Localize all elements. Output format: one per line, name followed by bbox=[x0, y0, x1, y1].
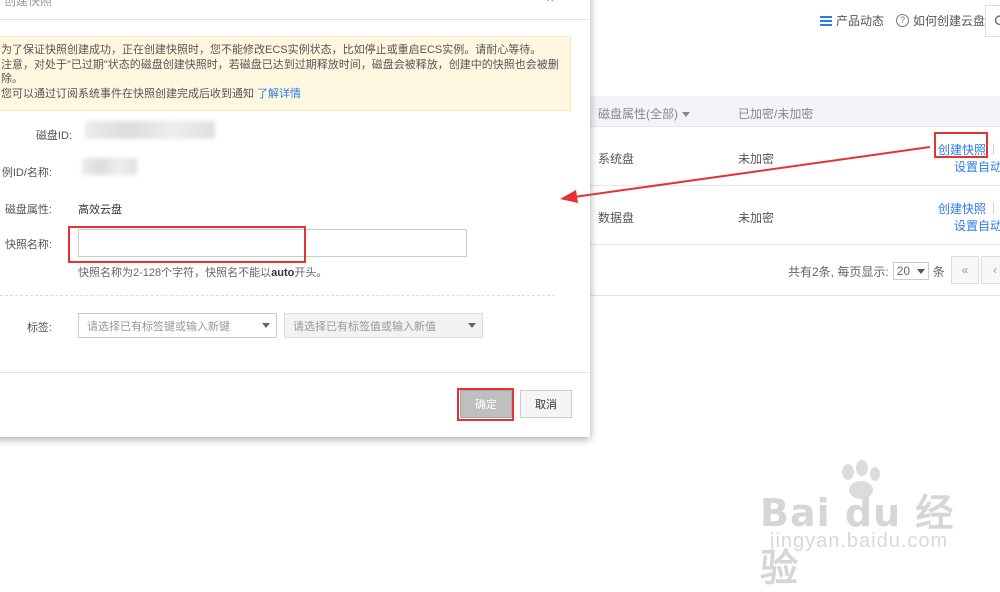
set-auto-snapshot-link[interactable]: 设置自动快 bbox=[954, 217, 1000, 234]
cell-disk-attr: 数据盘 bbox=[598, 211, 635, 225]
instance-value-redacted bbox=[82, 158, 137, 175]
column-header-encrypted: 已加密/未加密 bbox=[738, 107, 814, 121]
refresh-icon: ⟳ bbox=[994, 11, 1000, 31]
create-snapshot-link[interactable]: 创建快照 bbox=[938, 200, 986, 217]
disk-attr-value: 高效云盘 bbox=[78, 204, 122, 216]
caret-down-icon bbox=[916, 268, 925, 274]
notice-line: 您可以通过订阅系统事件在快照创建完成后收到通知 了解详情 bbox=[1, 87, 302, 100]
pagination-summary: 共有2条, 每页显示: 20 条 bbox=[788, 262, 945, 280]
table-header: 磁盘属性(全部) 已加密/未加密 bbox=[590, 96, 1000, 127]
notice-line: 注意，对处于"已过期"状态的磁盘创建快照时，若磁盘已达到过期释放时间，磁盘会被释… bbox=[1, 58, 559, 71]
cell-encrypted: 未加密 bbox=[738, 211, 775, 225]
how-to-label: 如何创建云盘 bbox=[913, 14, 986, 28]
snapshot-name-label: 快照名称: bbox=[4, 239, 52, 251]
table-row: 数据盘 未加密 创建快照 | 设置自动快 bbox=[590, 186, 1000, 245]
divider bbox=[0, 372, 590, 373]
cell-disk-attr: 系统盘 bbox=[598, 152, 635, 166]
prev-page-button[interactable]: ‹ bbox=[981, 256, 1000, 284]
tag-key-select[interactable]: 请选择已有标签键或输入新键 bbox=[78, 313, 277, 338]
caret-down-icon bbox=[682, 112, 690, 118]
warning-notice: 为了保证快照创建成功，正在创建快照时，您不能修改ECS实例状态，比如停止或重启E… bbox=[0, 36, 571, 111]
caret-down-icon bbox=[468, 323, 476, 328]
tag-label: 标签: bbox=[26, 322, 52, 334]
first-page-button[interactable]: « bbox=[951, 256, 979, 284]
watermark-url: jingyan.baidu.com bbox=[770, 530, 949, 552]
cell-encrypted: 未加密 bbox=[738, 152, 775, 166]
refresh-button[interactable]: ⟳ bbox=[985, 5, 1000, 37]
divider bbox=[590, 295, 1000, 296]
disk-attr-label: 磁盘属性: bbox=[4, 204, 52, 216]
disk-id-value-redacted bbox=[85, 121, 215, 139]
instance-label: 例ID/名称: bbox=[1, 167, 52, 179]
divider: | bbox=[992, 200, 996, 214]
how-to-create-disk-link[interactable]: ? 如何创建云盘 bbox=[896, 12, 985, 29]
column-header-disk-attr[interactable]: 磁盘属性(全部) bbox=[598, 105, 690, 122]
help-icon: ? bbox=[896, 14, 910, 27]
create-snapshot-dialog: 创建快照 × 为了保证快照创建成功，正在创建快照时，您不能修改ECS实例状态，比… bbox=[0, 0, 590, 437]
pagination-unit: 条 bbox=[932, 264, 945, 279]
divider: | bbox=[992, 141, 996, 155]
learn-more-link[interactable]: 了解详情 bbox=[257, 88, 301, 100]
baidu-jingyan-watermark: Bai du 经验 jingyan.baidu.com bbox=[760, 460, 960, 590]
product-news-label: 产品动态 bbox=[836, 14, 885, 28]
divider bbox=[0, 295, 555, 296]
set-auto-snapshot-link[interactable]: 设置自动快 bbox=[954, 158, 1000, 175]
annotation-box-name-input bbox=[68, 226, 306, 263]
close-icon[interactable]: × bbox=[546, 0, 554, 6]
snapshot-name-hint: 快照名称为2-128个字符，快照名不能以auto开头。 bbox=[78, 267, 328, 279]
annotation-box-create-snapshot bbox=[934, 132, 988, 158]
list-icon bbox=[820, 15, 832, 26]
caret-down-icon bbox=[262, 323, 270, 328]
tag-value-select: 请选择已有标签值或输入新值 bbox=[284, 313, 483, 338]
product-news-link[interactable]: 产品动态 bbox=[820, 12, 884, 29]
annotation-box-confirm bbox=[457, 388, 514, 421]
pagination-total: 共有2条, 每页显示: bbox=[788, 264, 889, 279]
notice-line: 除。 bbox=[1, 73, 23, 85]
page-size-select[interactable]: 20 bbox=[892, 262, 929, 280]
cancel-button[interactable]: 取消 bbox=[520, 390, 572, 418]
disk-id-label: 磁盘ID: bbox=[35, 130, 72, 142]
dialog-title: 创建快照 bbox=[4, 0, 53, 8]
notice-line: 为了保证快照创建成功，正在创建快照时，您不能修改ECS实例状态，比如停止或重启E… bbox=[1, 44, 542, 56]
dialog-header: 创建快照 × bbox=[0, 0, 590, 20]
top-links: 产品动态 ? 如何创建云盘 bbox=[820, 12, 985, 29]
